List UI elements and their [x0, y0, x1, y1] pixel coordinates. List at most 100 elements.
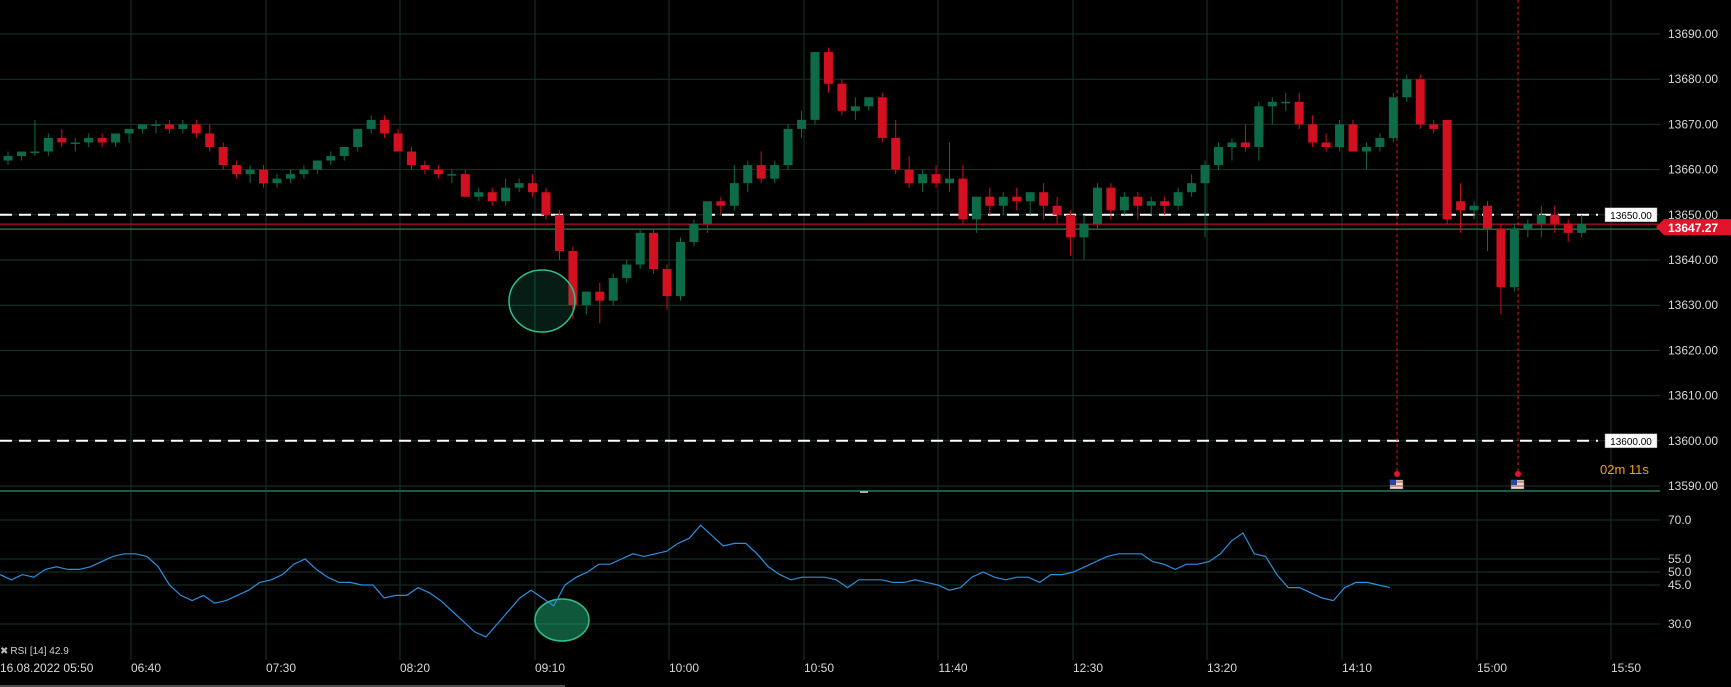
candle-body: [581, 291, 591, 306]
candle-body: [1496, 228, 1506, 288]
candle-body: [1066, 214, 1076, 238]
candle-body: [554, 214, 564, 251]
current-price-label: 13647.27: [1668, 221, 1718, 235]
candle-body: [635, 232, 645, 265]
candle-body: [1092, 187, 1102, 224]
candle-body: [1039, 192, 1049, 206]
candle-body: [1321, 142, 1331, 147]
time-tick-label: 08:20: [400, 661, 430, 675]
candle-body: [1012, 196, 1022, 202]
price-chart[interactable]: 13650.00 13600.00 13690.00 13680.00 13670.0…: [0, 0, 1731, 687]
candle-body: [918, 174, 928, 184]
candle-body: [1442, 119, 1452, 220]
price-tick-label: 13630.00: [1668, 298, 1718, 312]
candle-body: [662, 269, 672, 297]
candle-body: [608, 278, 618, 301]
candle-body: [1577, 223, 1587, 233]
time-tick-label: 06:40: [131, 661, 161, 675]
time-tick-label: 09:10: [535, 661, 565, 675]
candle-body: [353, 128, 363, 147]
price-tick-label: 13640.00: [1668, 253, 1718, 267]
candle-body: [783, 128, 793, 166]
candle-body: [151, 124, 161, 126]
candle-body: [380, 119, 390, 134]
candle-body: [1429, 124, 1439, 129]
candle-body: [797, 119, 807, 129]
candle-body: [850, 106, 860, 111]
candle-body: [97, 137, 107, 143]
candle-body: [57, 137, 67, 143]
candlesticks: [3, 47, 1587, 324]
horizontal-levels[interactable]: 13650.00 13600.00: [0, 207, 1660, 449]
time-tick-label: 13:20: [1207, 661, 1237, 675]
time-tick-label: 16.08.2022 05:50: [0, 661, 94, 675]
level-tag: 13600.00: [1604, 433, 1658, 449]
candle-body: [285, 174, 295, 179]
candle-body: [729, 183, 739, 206]
candle-body: [595, 291, 605, 301]
candle-body: [1483, 205, 1492, 229]
candle-body: [998, 196, 1008, 206]
candle-body: [810, 52, 820, 120]
candle-body: [985, 196, 995, 206]
rsi-legend: ✖ RSI [14] 42.9: [0, 646, 69, 657]
candle-body: [1146, 201, 1156, 206]
candle-body: [1348, 124, 1358, 152]
candle-body: [205, 133, 215, 147]
candle-body: [1456, 201, 1466, 211]
price-tick-label: 13600.00: [1668, 434, 1718, 448]
candle-body: [178, 124, 188, 129]
candle-body: [945, 178, 954, 184]
candle-body: [1173, 192, 1183, 206]
price-tick-label: 13670.00: [1668, 117, 1718, 131]
candle-body: [460, 174, 470, 197]
flag-canton: [1511, 480, 1517, 485]
candle-body: [312, 160, 322, 170]
candle-body: [756, 165, 766, 179]
candle-body: [702, 201, 712, 224]
candle-body: [1052, 205, 1062, 215]
candle-body: [245, 169, 255, 175]
time-tick-label: 07:30: [266, 661, 296, 675]
candle-body: [1106, 187, 1116, 211]
event-dot: [1515, 471, 1521, 477]
candle-body: [1308, 124, 1318, 143]
candle-body: [447, 174, 457, 176]
time-tick-label: 12:30: [1073, 661, 1103, 675]
candle-body: [326, 156, 336, 161]
candle-body: [1294, 101, 1304, 125]
candle-countdown: 02m 11s: [1600, 462, 1649, 477]
candle-body: [1187, 183, 1197, 193]
rsi-legend-label: RSI [14] 42.9: [10, 646, 69, 657]
price-tick-label: 13690.00: [1668, 27, 1718, 41]
candle-body: [1119, 196, 1129, 211]
rsi-tick-label: 50.0: [1668, 565, 1692, 579]
highlight-ellipse: [534, 598, 590, 642]
candle-body: [541, 192, 551, 215]
close-icon[interactable]: ✖: [0, 646, 8, 657]
candle-body: [1523, 223, 1533, 229]
candle-body: [1281, 101, 1291, 104]
candle-body: [1227, 142, 1237, 147]
candle-body: [420, 165, 430, 170]
time-tick-label: 10:50: [804, 661, 834, 675]
candle-body: [823, 52, 833, 84]
candle-body: [837, 83, 847, 111]
candle-body: [1025, 192, 1035, 202]
candle-body: [1254, 106, 1264, 147]
candle-body: [1536, 214, 1546, 224]
candle-body: [43, 137, 53, 152]
price-tick-label: 13680.00: [1668, 72, 1718, 86]
time-tick-label: 11:40: [938, 661, 967, 675]
price-tick-label: 13590.00: [1668, 479, 1718, 493]
candle-body: [676, 241, 685, 297]
rsi-tick-label: 55.0: [1668, 552, 1692, 566]
candle-body: [3, 156, 13, 161]
candle-body: [433, 169, 443, 175]
level-tag: 13650.00: [1604, 207, 1658, 223]
candle-body: [1200, 165, 1210, 184]
rsi-tick-label: 70.0: [1668, 513, 1692, 527]
candle-body: [1388, 97, 1398, 138]
candle-body: [770, 165, 780, 179]
candle-body: [339, 147, 349, 157]
